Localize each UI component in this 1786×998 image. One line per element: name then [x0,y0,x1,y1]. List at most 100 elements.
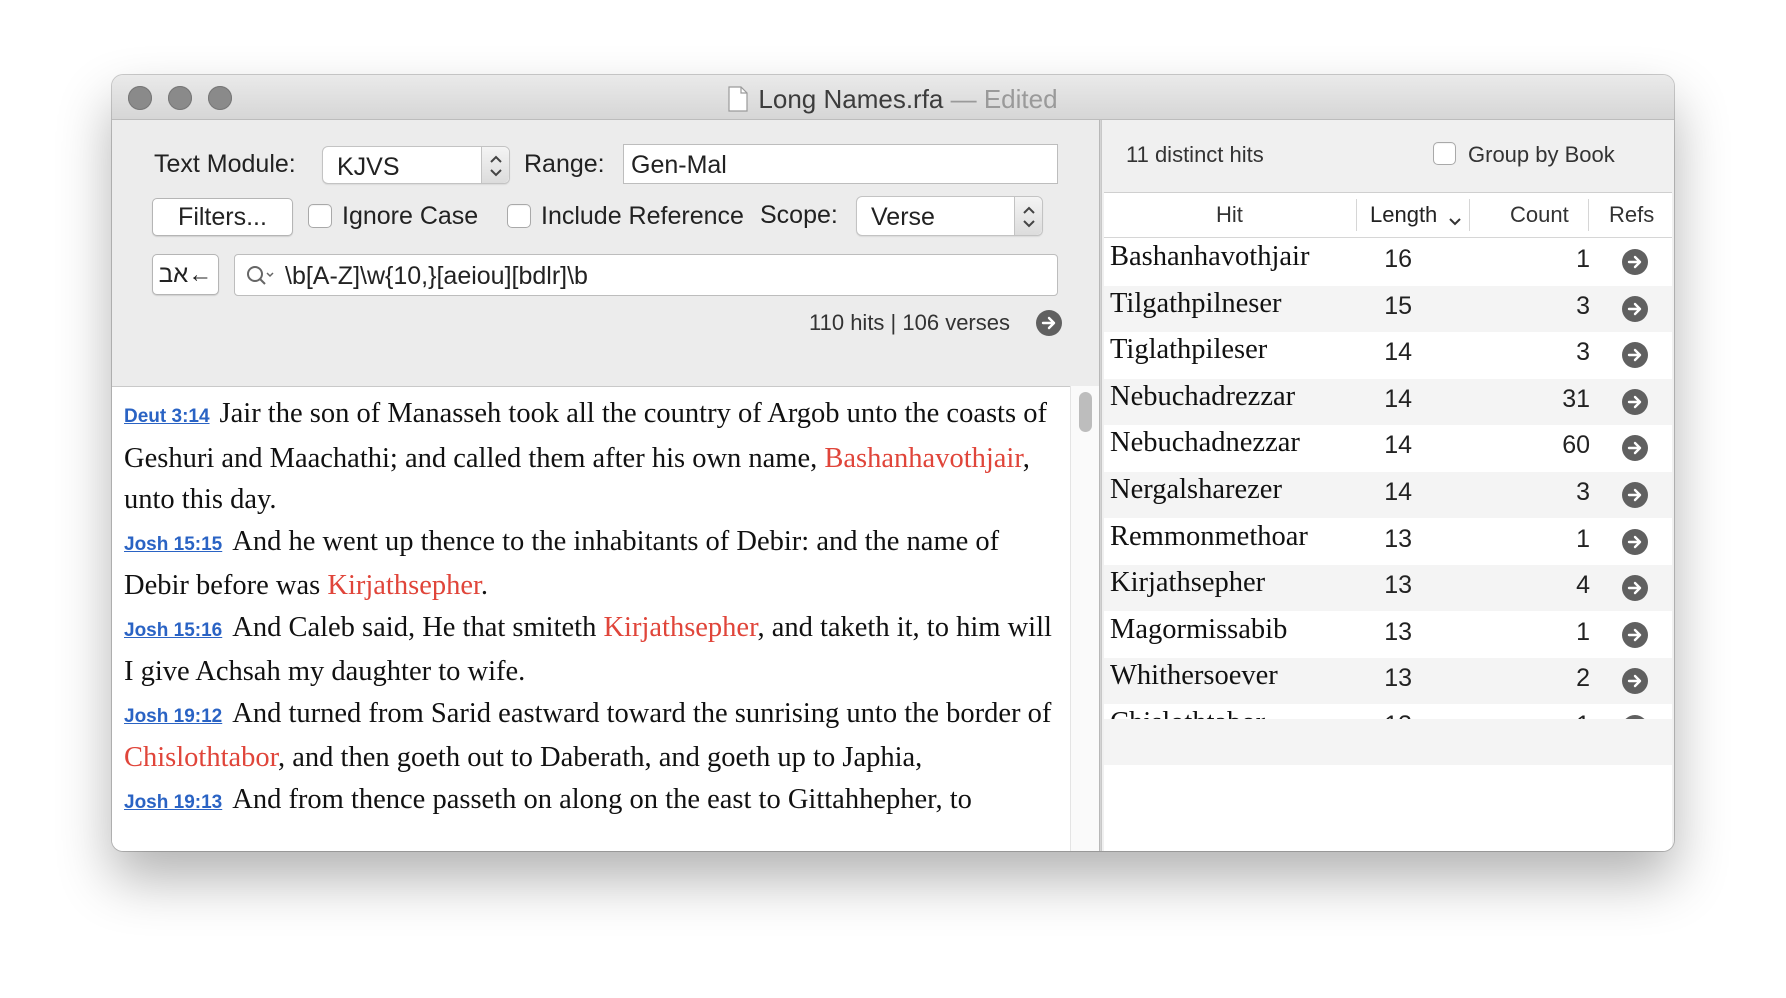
table-row[interactable]: Remmonmethoar 13 1 [1104,519,1672,565]
verse-reference-link[interactable]: Josh 19:13 [124,792,222,813]
edited-indicator: Edited [983,84,1058,114]
table-row[interactable]: Nergalsharezer 14 3 [1104,472,1672,518]
go-arrow-icon[interactable] [1622,621,1648,648]
go-arrow-icon[interactable] [1622,249,1648,275]
search-query-field[interactable]: \b[A-Z]\w{10,}[aeiou][bdlr]\b [234,254,1058,296]
go-arrow-icon[interactable] [1622,482,1648,508]
verse-reference-link[interactable]: Deut 3:14 [124,406,210,427]
hit-count: 1 [1576,524,1590,553]
table-row[interactable]: Magormissabib 13 1 [1104,612,1672,658]
scope-popup[interactable]: Verse [856,196,1043,236]
hit-highlight: Kirjathsepher [603,611,758,643]
window-title: Long Names.rfa — Edited [112,84,1674,119]
column-separator [1356,199,1357,231]
verse-text: . [480,570,489,601]
hit-count: 31 [1562,384,1590,413]
group-by-book-checkbox[interactable] [1433,142,1456,165]
hit-name: Bashanhavothjair [1110,241,1310,272]
include-reference-checkbox[interactable] [507,204,531,228]
verse-text: And he went up thence to the inhabitants… [124,525,1000,602]
vertical-scrollbar[interactable] [1070,386,1100,851]
hit-name: Magormissabib [1110,613,1288,645]
hit-length: 14 [1384,338,1412,367]
verse: Josh 19:13 And from thence passeth on alo… [124,779,1054,824]
column-header-hit[interactable]: Hit [1216,202,1243,228]
go-arrow-icon[interactable] [1036,310,1062,336]
ignore-case-label: Ignore Case [342,202,479,230]
hit-highlight: Bashanhavothjair [824,442,1023,474]
hit-length: 14 [1384,384,1412,413]
search-status: 110 hits | 106 verses [809,310,1010,335]
app-window: Long Names.rfa — Edited Text Module: KJV… [112,75,1674,851]
hit-length: 13 [1384,664,1412,693]
verse: Josh 15:16 And Caleb said, He that smitet… [124,607,1054,693]
hit-highlight: Kirjathsepher [327,570,481,601]
hit-length: 15 [1384,291,1412,320]
go-arrow-icon[interactable] [1622,388,1648,415]
title-separator: — [943,84,984,114]
range-label: Range: [524,150,605,178]
scrollbar-thumb[interactable] [1079,392,1092,432]
results-text-view[interactable]: Deut 3:14 Jair the son of Manasseh took a… [112,386,1070,851]
popup-stepper-icon [1014,197,1042,235]
distinct-hits-count: 11 distinct hits [1126,142,1264,167]
go-arrow-icon[interactable] [1622,528,1648,555]
verse-reference-link[interactable]: Josh 15:16 [124,620,222,641]
text-module-label: Text Module: [154,150,296,178]
hit-count: 2 [1576,664,1590,693]
text-direction-button[interactable]: אב← [152,254,219,295]
hit-count: 3 [1576,291,1590,320]
verse-reference-link[interactable]: Josh 15:15 [124,534,222,555]
hits-pane: 11 distinct hits Group by Book Hit Lengt… [1102,120,1674,851]
go-arrow-icon[interactable] [1622,342,1648,369]
verse-text: And Caleb said, He that smiteth [232,611,604,643]
search-icon[interactable] [245,264,275,295]
range-field[interactable]: Gen-Mal [623,144,1058,184]
go-arrow-icon[interactable] [1622,435,1648,462]
column-header-refs[interactable]: Refs [1609,202,1654,228]
hits-table[interactable]: Hit Length Count Refs Bashanhavothjair 16… [1104,192,1672,851]
hit-name: Tilgathpilneser [1110,287,1282,319]
table-header: Hit Length Count Refs [1104,193,1672,238]
hit-name: Nebuchadnezzar [1110,427,1300,459]
title-bar: Long Names.rfa — Edited [112,75,1674,120]
hit-length: 13 [1384,571,1412,600]
verse-text: And from thence passeth on along on the … [232,783,972,815]
verse: Josh 15:15 And he went up thence to the i… [124,521,1054,607]
scope-value: Verse [871,203,935,231]
text-module-popup[interactable]: KJVS [322,146,510,184]
table-row[interactable]: Whithersoever 13 2 [1104,658,1672,705]
column-separator [1588,199,1589,231]
table-row[interactable]: Tiglathpileser 14 3 [1104,332,1672,378]
search-query-text: \b[A-Z]\w{10,}[aeiou][bdlr]\b [285,262,588,290]
hit-name: Whithersoever [1110,660,1278,692]
table-row[interactable]: Nebuchadrezzar 14 31 [1104,378,1672,425]
column-header-count[interactable]: Count [1510,202,1569,228]
hit-name: Kirjathsepher [1110,567,1266,599]
table-row[interactable]: Kirjathsepher 13 4 [1104,565,1672,612]
hit-name: Remmonmethoar [1110,520,1308,552]
filters-button[interactable]: Filters... [152,198,293,236]
text-module-value: KJVS [337,153,400,181]
hit-count: 4 [1576,571,1590,600]
hit-count: 3 [1576,478,1590,506]
hit-length: 14 [1384,478,1412,506]
ignore-case-checkbox[interactable] [308,204,332,228]
column-header-length[interactable]: Length [1370,202,1437,228]
table-row[interactable]: Nebuchadnezzar 14 60 [1104,425,1672,471]
hit-name: Nergalsharezer [1110,474,1282,505]
go-arrow-icon[interactable] [1622,668,1648,695]
empty-row [1104,719,1672,765]
go-arrow-icon[interactable] [1622,575,1648,602]
table-row[interactable]: Tilgathpilneser 15 3 [1104,285,1672,332]
go-arrow-icon[interactable] [1622,295,1648,322]
hit-length: 16 [1384,245,1412,273]
column-separator [1469,199,1470,231]
table-row[interactable]: Bashanhavothjair 16 1 [1104,239,1672,285]
verse-reference-link[interactable]: Josh 19:12 [124,706,222,727]
group-by-book-label: Group by Book [1468,142,1615,167]
range-value: Gen-Mal [631,151,727,179]
results-text: Deut 3:14 Jair the son of Manasseh took a… [124,393,1054,823]
hit-length: 13 [1384,617,1412,646]
hit-name: Nebuchadrezzar [1110,380,1296,412]
